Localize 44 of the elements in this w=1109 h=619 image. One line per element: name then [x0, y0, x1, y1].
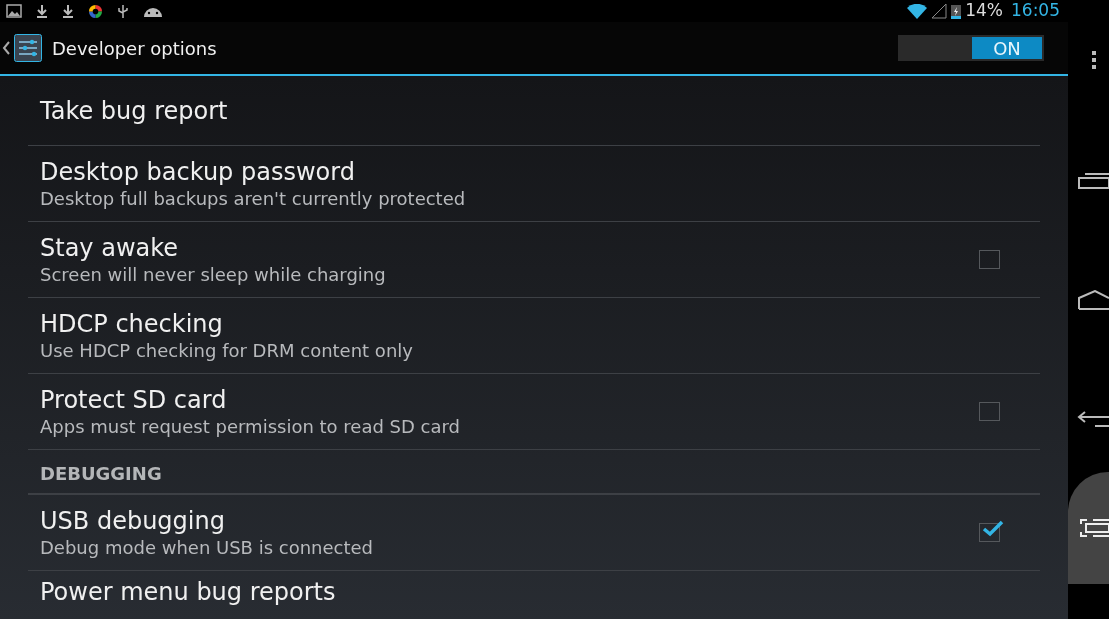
signal-icon [931, 3, 948, 19]
caret-icon[interactable] [2, 40, 10, 56]
settings-row[interactable]: Stay awake Screen will never sleep while charging [28, 222, 1040, 298]
settings-row[interactable]: HDCP checking Use HDCP checking for DRM content only [28, 298, 1040, 374]
checkbox[interactable] [979, 250, 1000, 269]
settings-row[interactable]: USB debugging Debug mode when USB is connected [28, 495, 1040, 571]
clock: 16:05 [1011, 0, 1060, 23]
android-icon [143, 5, 163, 17]
screenshot-icon [1079, 518, 1109, 538]
battery-percent: 14% [965, 0, 1003, 23]
section-header: DEBUGGING [40, 463, 162, 484]
sliders-icon[interactable] [14, 34, 42, 62]
action-bar-title: Developer options [52, 36, 217, 61]
row-title: Stay awake [40, 232, 180, 263]
settings-row[interactable]: Take bug report [28, 76, 1040, 146]
row-title: Power menu bug reports [40, 577, 336, 607]
row-title: Desktop backup password [40, 156, 356, 187]
download-icon [36, 4, 48, 18]
toggle-switch[interactable]: ON [898, 35, 1044, 61]
row-title: HDCP checking [40, 308, 224, 339]
settings-row[interactable]: Protect SD card Apps must request permission to read SD card [28, 374, 1040, 450]
row-summary: Screen will never sleep while charging [40, 262, 386, 287]
row-summary: Debug mode when USB is connected [40, 535, 374, 560]
download-icon [62, 4, 74, 18]
usb-icon [117, 3, 129, 19]
ring-icon [88, 3, 103, 19]
row-summary: Apps must request permission to read SD card [40, 414, 461, 439]
checkmark-icon [982, 519, 1004, 537]
row-title: Protect SD card [40, 384, 228, 415]
battery-icon [951, 3, 962, 19]
picture-icon [6, 4, 22, 18]
screenshot-button[interactable] [1068, 472, 1109, 584]
home-icon[interactable] [1077, 290, 1109, 310]
overflow-menu-icon[interactable] [1091, 50, 1097, 70]
row-summary: Use HDCP checking for DRM content only [40, 338, 413, 363]
checkbox[interactable] [979, 402, 1000, 421]
settings-row[interactable]: Desktop backup password Desktop full backups aren't currently protected [28, 146, 1040, 222]
back-arrow-icon[interactable] [1077, 410, 1109, 428]
wifi-icon [907, 3, 928, 19]
row-title: USB debugging [40, 505, 226, 536]
recent-apps-icon[interactable] [1077, 172, 1109, 190]
row-title: Take bug report [40, 95, 228, 126]
settings-row[interactable]: Power menu bug reports [28, 571, 1040, 619]
row-summary: Desktop full backups aren't currently protected [40, 186, 466, 211]
